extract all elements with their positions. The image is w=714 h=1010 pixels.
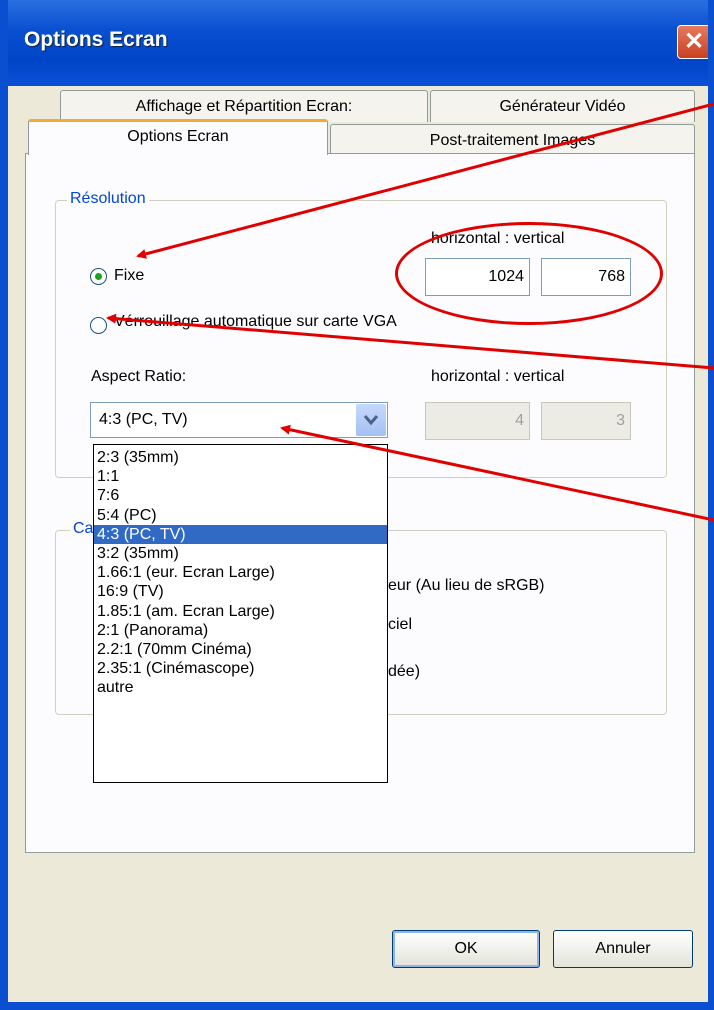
arrow-to-fixe [136, 102, 714, 259]
arrow-to-auto-vga [106, 313, 714, 370]
annotation-arrows [106, 102, 714, 522]
arrow-to-aspect-combo [280, 424, 714, 522]
